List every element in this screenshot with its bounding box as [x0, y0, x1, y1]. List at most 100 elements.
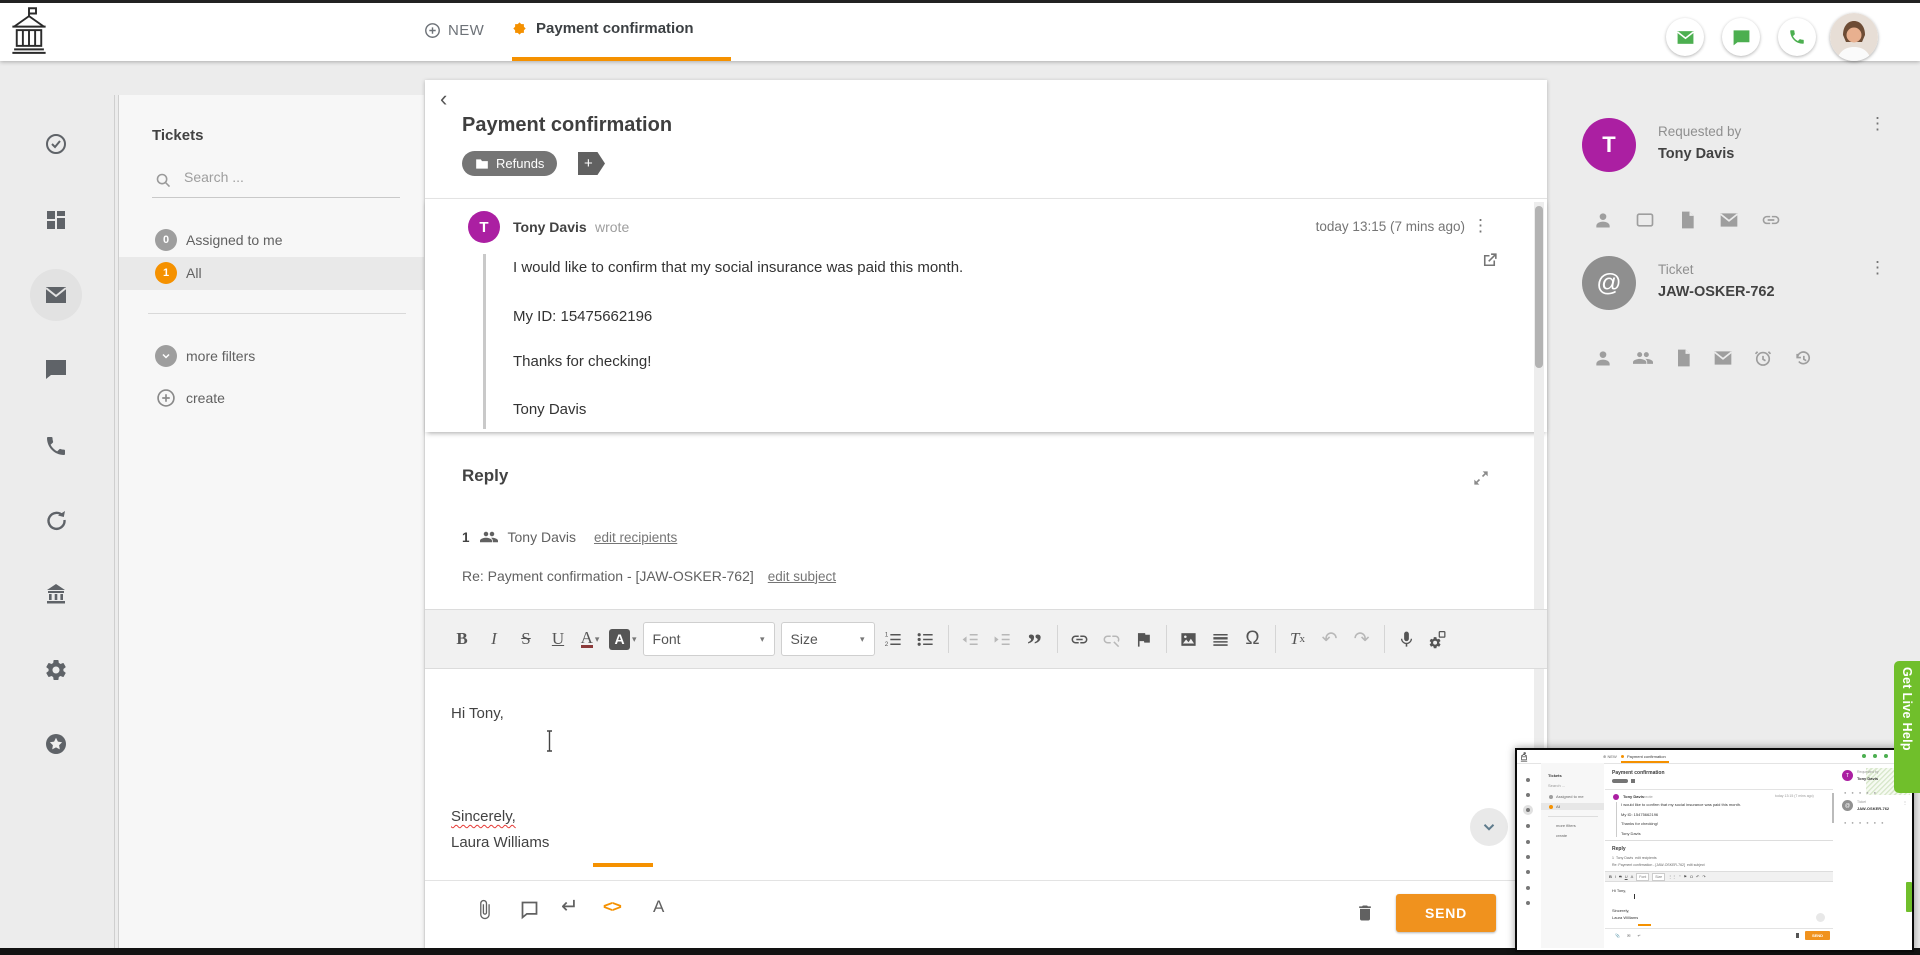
pip-msg-author: Tony Davis [1623, 794, 1644, 799]
filter-label: Assigned to me [186, 232, 283, 248]
search-input[interactable] [182, 168, 396, 186]
pip-divider [1605, 840, 1833, 841]
font-family-select[interactable]: Font▾ [643, 622, 775, 656]
italic-button[interactable]: I [481, 624, 507, 654]
reminder-icon[interactable] [1753, 348, 1773, 368]
note-icon[interactable] [1673, 348, 1693, 368]
bold-button[interactable]: B [449, 624, 475, 654]
agent-avatar[interactable] [1830, 13, 1878, 61]
edit-subject-link[interactable]: edit subject [768, 569, 836, 584]
panel-divider-line [114, 95, 115, 949]
reply-signature-line1[interactable]: Sincerely, [451, 808, 516, 825]
insert-image-button[interactable] [1176, 624, 1202, 654]
dictation-mic-button[interactable] [1394, 624, 1420, 654]
live-help-label: Get Live Help [1900, 667, 1914, 751]
source-code-toggle[interactable]: <> [603, 897, 621, 917]
contact-icon[interactable] [1593, 348, 1613, 368]
rail-chats-icon[interactable] [44, 357, 68, 381]
rail-tasks-icon[interactable] [44, 132, 68, 156]
unlink-button[interactable] [1099, 624, 1125, 654]
pip-logo-icon [1520, 752, 1528, 762]
pip-ticket-code: JAW-OSKER-762 [1857, 806, 1889, 811]
email-icon[interactable] [1713, 348, 1733, 368]
new-chat-button[interactable] [1722, 18, 1760, 56]
rail-tickets-icon[interactable] [44, 283, 68, 307]
special-char-button[interactable]: Ω [1240, 624, 1266, 654]
new-call-button[interactable] [1778, 18, 1816, 56]
all-count-badge: 1 [155, 262, 177, 284]
rail-star-icon[interactable] [44, 732, 68, 756]
rail-bank-icon[interactable] [44, 582, 68, 606]
screen-share-pip-window[interactable]: ⊕ NEW Payment confirmation Tickets Searc… [1515, 748, 1914, 952]
attach-file-icon[interactable] [474, 899, 495, 920]
add-tag-button[interactable]: + [578, 152, 605, 175]
blockquote-button[interactable]: ” [1022, 618, 1048, 660]
tag-refunds[interactable]: Refunds [462, 151, 557, 176]
background-color-button[interactable]: A▾ [609, 624, 637, 654]
edit-recipients-link[interactable]: edit recipients [594, 530, 677, 545]
reply-signature-line2[interactable]: Laura Williams [451, 834, 549, 851]
ordered-list-button[interactable]: 12 [881, 624, 907, 654]
company-logo-icon[interactable] [8, 5, 50, 57]
link-icon[interactable] [1761, 210, 1781, 230]
underline-button[interactable]: U [545, 624, 571, 654]
kebab-menu-icon[interactable]: ⋮ [1869, 114, 1886, 134]
group-icon[interactable] [1633, 348, 1653, 368]
open-in-new-icon[interactable] [1480, 251, 1499, 270]
outdent-button[interactable] [958, 624, 984, 654]
filter-assigned-to-me[interactable]: 0 Assigned to me [119, 224, 424, 257]
rail-settings-icon[interactable] [44, 658, 68, 682]
pip-email-dot [1862, 754, 1866, 758]
create-filter-button[interactable]: create [119, 382, 424, 415]
spellcheck-settings-button[interactable] [1426, 624, 1452, 654]
font-size-select[interactable]: Size▾ [781, 622, 875, 656]
redo-button[interactable]: ↷ [1349, 624, 1375, 654]
return-arrow-icon[interactable]: ↵ [561, 894, 579, 919]
pip-reply-title: Reply [1612, 846, 1626, 852]
folder-icon [475, 158, 489, 170]
remove-format-button[interactable]: Tx [1285, 624, 1311, 654]
pip-rail-dot [1526, 793, 1530, 797]
collapse-reply-button[interactable] [1470, 808, 1508, 846]
pip-msg-verb: wrote [1643, 794, 1653, 799]
tab-payment-confirmation[interactable]: Payment confirmation [512, 0, 694, 57]
horizontal-rule-button[interactable] [1208, 624, 1234, 654]
rail-dashboard-icon[interactable] [44, 208, 68, 232]
internal-note-icon[interactable] [519, 899, 540, 920]
rail-calls-icon[interactable] [44, 434, 68, 458]
text-color-button[interactable]: A▾ [577, 624, 603, 654]
toolbar-separator [948, 625, 949, 653]
new-email-button[interactable] [1666, 18, 1704, 56]
history-icon[interactable] [1793, 348, 1813, 368]
rail-automation-icon[interactable] [44, 508, 68, 532]
bullet-list-button[interactable] [913, 624, 939, 654]
discard-draft-icon[interactable] [1355, 903, 1375, 923]
pip-send-button: SEND [1805, 931, 1830, 940]
card-icon[interactable] [1635, 210, 1655, 230]
quote-indent-line [483, 254, 486, 429]
insert-link-button[interactable] [1067, 624, 1093, 654]
kebab-menu-icon[interactable]: ⋮ [1472, 216, 1489, 236]
expand-icon[interactable] [1471, 468, 1491, 488]
contact-icon[interactable] [1593, 210, 1613, 230]
reply-body-greeting[interactable]: Hi Tony, [451, 705, 504, 722]
filter-all[interactable]: 1 All [119, 257, 424, 290]
undo-button[interactable]: ↶ [1317, 624, 1343, 654]
live-help-tab[interactable]: Get Live Help [1894, 661, 1920, 793]
message-timestamp: today 13:15 (7 mins ago) [1316, 219, 1465, 234]
anchor-flag-button[interactable] [1131, 624, 1157, 654]
back-button[interactable]: ‹ [440, 88, 447, 110]
more-filters-button[interactable]: more filters [119, 340, 424, 373]
kebab-menu-icon[interactable]: ⋮ [1869, 258, 1886, 278]
pip-rail-dot [1526, 886, 1530, 890]
send-button[interactable]: SEND [1396, 894, 1496, 932]
indent-button[interactable] [990, 624, 1016, 654]
strikethrough-button[interactable]: S [513, 624, 539, 654]
tab-new-ticket[interactable]: NEW [424, 0, 484, 61]
email-icon[interactable] [1719, 210, 1739, 230]
note-icon[interactable] [1677, 210, 1697, 230]
pip-trash [1796, 933, 1799, 938]
scrollbar-thumb[interactable] [1535, 206, 1543, 368]
plain-text-toggle[interactable]: A [653, 897, 664, 917]
toolbar-separator [1057, 625, 1058, 653]
